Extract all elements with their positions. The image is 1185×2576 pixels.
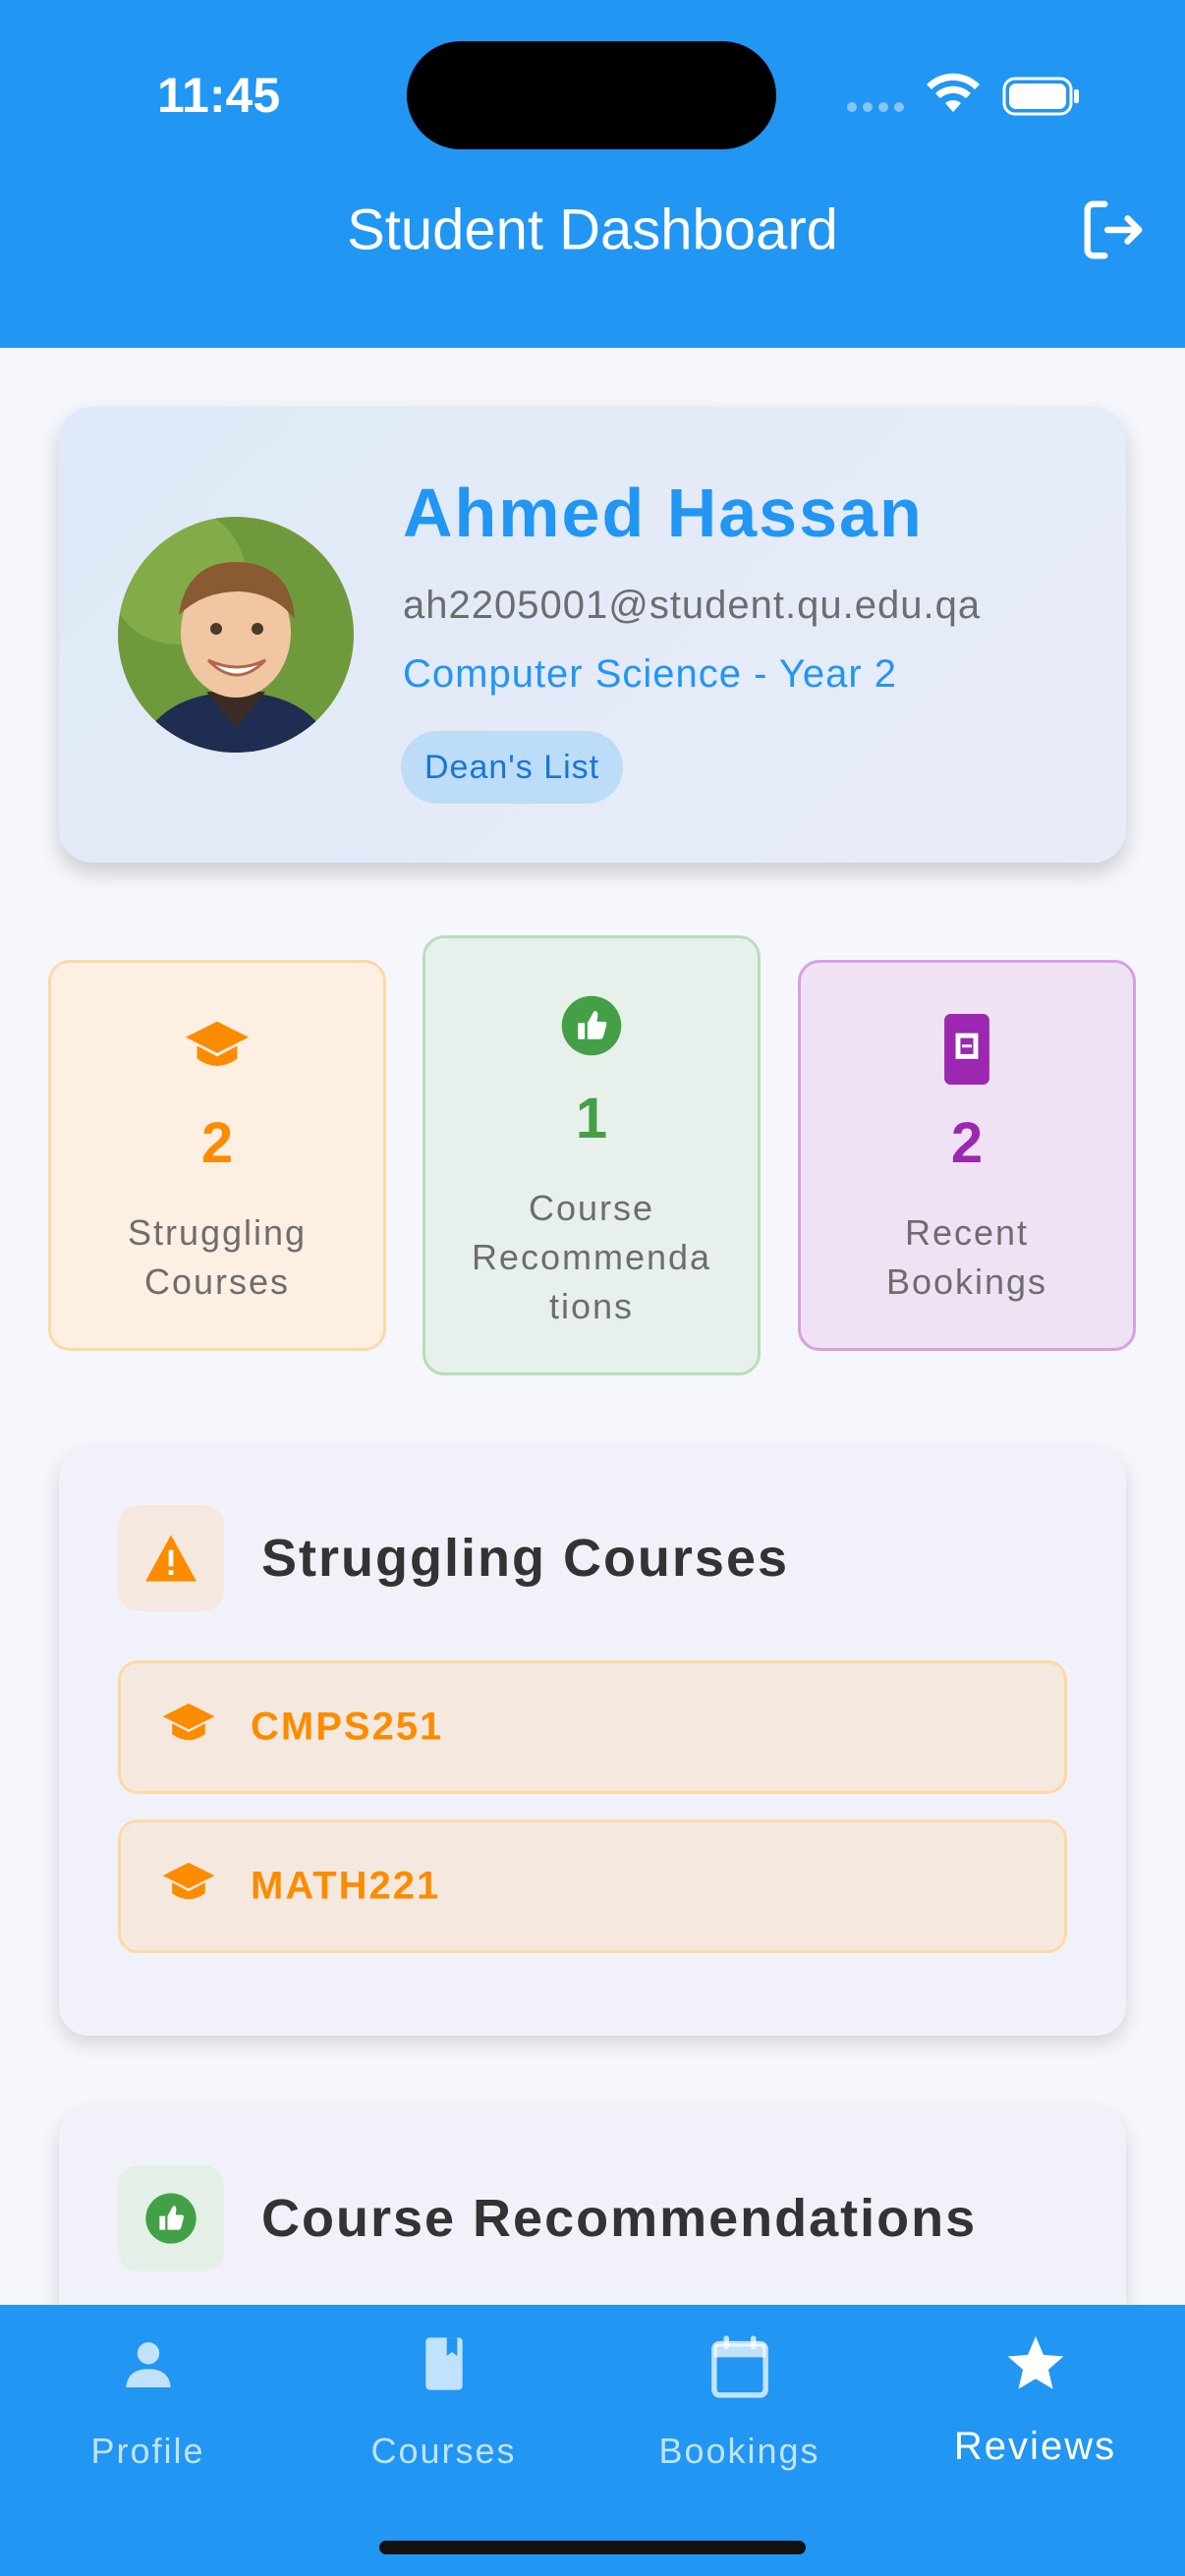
stat-value: 2 bbox=[200, 1111, 234, 1175]
star-icon bbox=[887, 2332, 1183, 2397]
nav-item-reviews[interactable]: Reviews bbox=[887, 2305, 1183, 2501]
person-icon bbox=[0, 2332, 296, 2395]
student-email: ah2205001@student.qu.edu.qa bbox=[403, 584, 982, 627]
graduation-cap-icon bbox=[51, 1018, 383, 1077]
app-bar: 11:45 Student Dashboard bbox=[0, 0, 1185, 348]
warning-icon bbox=[118, 1505, 224, 1611]
bottom-navigation: Profile Courses Bookings Reviews bbox=[0, 2305, 1185, 2576]
course-code: MATH221 bbox=[251, 1864, 441, 1908]
student-name: Ahmed Hassan bbox=[403, 475, 924, 551]
section-title: Struggling Courses bbox=[261, 1529, 790, 1588]
struggling-courses-section: Struggling Courses CMPS251 MATH221 bbox=[59, 1448, 1126, 2036]
calendar-icon bbox=[592, 2332, 887, 2401]
stat-course-recommendations[interactable]: 1 Course Recommenda tions bbox=[423, 935, 761, 1375]
stat-value: 2 bbox=[950, 1111, 984, 1175]
nav-item-profile[interactable]: Profile bbox=[0, 2305, 296, 2501]
course-code: CMPS251 bbox=[251, 1705, 444, 1749]
list-item[interactable]: MATH221 bbox=[118, 1820, 1067, 1953]
nav-item-bookings[interactable]: Bookings bbox=[592, 2305, 887, 2501]
page-title: Student Dashboard bbox=[347, 197, 838, 262]
book-icon bbox=[296, 2332, 592, 2395]
section-title: Course Recommendations bbox=[261, 2189, 978, 2248]
stat-value: 1 bbox=[575, 1087, 608, 1150]
stat-recent-bookings[interactable]: 2 Recent Bookings bbox=[798, 960, 1136, 1351]
thumbs-up-icon bbox=[425, 993, 758, 1058]
logout-button[interactable] bbox=[1079, 196, 1148, 264]
status-indicators bbox=[847, 71, 1083, 118]
nav-label: Bookings bbox=[658, 2431, 820, 2471]
stat-label: Recent Bookings bbox=[885, 1212, 1048, 1302]
logout-icon bbox=[1084, 200, 1143, 259]
stat-label: Course Recommenda tions bbox=[471, 1188, 712, 1326]
battery-icon bbox=[1002, 77, 1079, 116]
wifi-icon bbox=[927, 73, 980, 112]
avatar bbox=[118, 517, 354, 753]
graduation-cap-icon bbox=[160, 1702, 217, 1754]
ticket-icon bbox=[801, 1014, 1133, 1085]
status-time: 11:45 bbox=[157, 68, 281, 123]
student-program: Computer Science - Year 2 bbox=[403, 652, 898, 696]
stat-label: Struggling Courses bbox=[127, 1212, 308, 1302]
list-item[interactable]: CMPS251 bbox=[118, 1660, 1067, 1794]
deans-list-badge: Dean's List bbox=[401, 731, 624, 804]
thumbs-up-icon bbox=[118, 2165, 224, 2271]
stat-struggling-courses[interactable]: 2 Struggling Courses bbox=[48, 960, 386, 1351]
graduation-cap-icon bbox=[160, 1861, 217, 1913]
nav-label: Courses bbox=[370, 2431, 517, 2471]
nav-label: Reviews bbox=[953, 2425, 1117, 2468]
cellular-signal-icon bbox=[847, 102, 904, 112]
nav-label: Profile bbox=[90, 2431, 205, 2471]
home-indicator[interactable] bbox=[379, 2541, 806, 2554]
dynamic-island bbox=[407, 41, 776, 149]
nav-item-courses[interactable]: Courses bbox=[296, 2305, 592, 2501]
profile-card: Ahmed Hassan ah2205001@student.qu.edu.qa… bbox=[59, 407, 1126, 863]
